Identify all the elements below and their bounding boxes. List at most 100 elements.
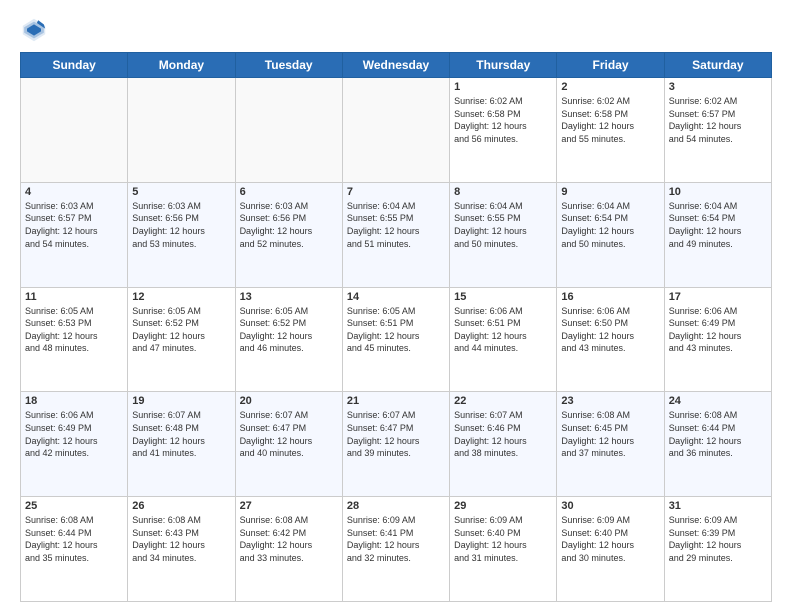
calendar-cell: 10 Sunrise: 6:04 AM Sunset: 6:54 PM Dayli…	[664, 182, 771, 287]
calendar-cell: 21 Sunrise: 6:07 AM Sunset: 6:47 PM Dayli…	[342, 392, 449, 497]
day-info: Sunrise: 6:07 AM Sunset: 6:48 PM Dayligh…	[132, 409, 230, 459]
day-number: 10	[669, 186, 767, 198]
calendar-cell: 4 Sunrise: 6:03 AM Sunset: 6:57 PM Daylig…	[21, 182, 128, 287]
calendar-cell: 28 Sunrise: 6:09 AM Sunset: 6:41 PM Dayli…	[342, 497, 449, 602]
day-info: Sunrise: 6:05 AM Sunset: 6:51 PM Dayligh…	[347, 305, 445, 355]
day-info: Sunrise: 6:05 AM Sunset: 6:52 PM Dayligh…	[132, 305, 230, 355]
day-info: Sunrise: 6:04 AM Sunset: 6:54 PM Dayligh…	[561, 200, 659, 250]
day-info: Sunrise: 6:03 AM Sunset: 6:56 PM Dayligh…	[132, 200, 230, 250]
calendar-cell	[342, 78, 449, 183]
day-of-week-header: Wednesday	[342, 53, 449, 78]
day-info: Sunrise: 6:09 AM Sunset: 6:41 PM Dayligh…	[347, 514, 445, 564]
calendar-cell: 22 Sunrise: 6:07 AM Sunset: 6:46 PM Dayli…	[450, 392, 557, 497]
calendar-cell: 25 Sunrise: 6:08 AM Sunset: 6:44 PM Dayli…	[21, 497, 128, 602]
day-of-week-header: Thursday	[450, 53, 557, 78]
day-info: Sunrise: 6:06 AM Sunset: 6:49 PM Dayligh…	[25, 409, 123, 459]
calendar-cell: 24 Sunrise: 6:08 AM Sunset: 6:44 PM Dayli…	[664, 392, 771, 497]
day-number: 12	[132, 291, 230, 303]
calendar-cell: 14 Sunrise: 6:05 AM Sunset: 6:51 PM Dayli…	[342, 287, 449, 392]
day-number: 29	[454, 500, 552, 512]
day-number: 13	[240, 291, 338, 303]
day-info: Sunrise: 6:05 AM Sunset: 6:53 PM Dayligh…	[25, 305, 123, 355]
day-info: Sunrise: 6:09 AM Sunset: 6:39 PM Dayligh…	[669, 514, 767, 564]
day-info: Sunrise: 6:08 AM Sunset: 6:44 PM Dayligh…	[25, 514, 123, 564]
day-number: 22	[454, 395, 552, 407]
calendar-cell: 11 Sunrise: 6:05 AM Sunset: 6:53 PM Dayli…	[21, 287, 128, 392]
day-number: 18	[25, 395, 123, 407]
page: SundayMondayTuesdayWednesdayThursdayFrid…	[0, 0, 792, 612]
day-number: 9	[561, 186, 659, 198]
calendar-cell: 20 Sunrise: 6:07 AM Sunset: 6:47 PM Dayli…	[235, 392, 342, 497]
day-of-week-header: Friday	[557, 53, 664, 78]
calendar-cell	[21, 78, 128, 183]
day-number: 11	[25, 291, 123, 303]
day-number: 30	[561, 500, 659, 512]
day-number: 23	[561, 395, 659, 407]
logo-icon	[20, 16, 48, 44]
calendar-cell: 19Sunrise: 6:07 AM Sunset: 6:48 PM Dayli…	[128, 392, 235, 497]
day-info: Sunrise: 6:02 AM Sunset: 6:57 PM Dayligh…	[669, 95, 767, 145]
day-number: 20	[240, 395, 338, 407]
day-info: Sunrise: 6:03 AM Sunset: 6:56 PM Dayligh…	[240, 200, 338, 250]
day-info: Sunrise: 6:09 AM Sunset: 6:40 PM Dayligh…	[561, 514, 659, 564]
day-number: 25	[25, 500, 123, 512]
day-of-week-header: Saturday	[664, 53, 771, 78]
calendar-week-row: 4 Sunrise: 6:03 AM Sunset: 6:57 PM Daylig…	[21, 182, 772, 287]
day-info: Sunrise: 6:05 AM Sunset: 6:52 PM Dayligh…	[240, 305, 338, 355]
calendar-cell: 13 Sunrise: 6:05 AM Sunset: 6:52 PM Dayli…	[235, 287, 342, 392]
calendar-week-row: 25 Sunrise: 6:08 AM Sunset: 6:44 PM Dayli…	[21, 497, 772, 602]
day-info: Sunrise: 6:03 AM Sunset: 6:57 PM Dayligh…	[25, 200, 123, 250]
day-info: Sunrise: 6:06 AM Sunset: 6:49 PM Dayligh…	[669, 305, 767, 355]
calendar-cell: 5 Sunrise: 6:03 AM Sunset: 6:56 PM Daylig…	[128, 182, 235, 287]
day-info: Sunrise: 6:09 AM Sunset: 6:40 PM Dayligh…	[454, 514, 552, 564]
day-number: 31	[669, 500, 767, 512]
calendar-cell: 23Sunrise: 6:08 AM Sunset: 6:45 PM Dayli…	[557, 392, 664, 497]
day-number: 27	[240, 500, 338, 512]
logo	[20, 16, 52, 44]
day-info: Sunrise: 6:08 AM Sunset: 6:43 PM Dayligh…	[132, 514, 230, 564]
day-number: 28	[347, 500, 445, 512]
day-info: Sunrise: 6:07 AM Sunset: 6:46 PM Dayligh…	[454, 409, 552, 459]
calendar-cell	[235, 78, 342, 183]
calendar-cell: 16Sunrise: 6:06 AM Sunset: 6:50 PM Dayli…	[557, 287, 664, 392]
day-info: Sunrise: 6:04 AM Sunset: 6:54 PM Dayligh…	[669, 200, 767, 250]
day-header-row: SundayMondayTuesdayWednesdayThursdayFrid…	[21, 53, 772, 78]
calendar: SundayMondayTuesdayWednesdayThursdayFrid…	[20, 52, 772, 602]
calendar-cell: 29 Sunrise: 6:09 AM Sunset: 6:40 PM Dayli…	[450, 497, 557, 602]
day-number: 6	[240, 186, 338, 198]
calendar-cell: 27 Sunrise: 6:08 AM Sunset: 6:42 PM Dayli…	[235, 497, 342, 602]
day-info: Sunrise: 6:06 AM Sunset: 6:50 PM Dayligh…	[561, 305, 659, 355]
calendar-cell: 6 Sunrise: 6:03 AM Sunset: 6:56 PM Daylig…	[235, 182, 342, 287]
day-of-week-header: Sunday	[21, 53, 128, 78]
day-number: 15	[454, 291, 552, 303]
calendar-cell: 31 Sunrise: 6:09 AM Sunset: 6:39 PM Dayli…	[664, 497, 771, 602]
day-number: 14	[347, 291, 445, 303]
calendar-cell: 15 Sunrise: 6:06 AM Sunset: 6:51 PM Dayli…	[450, 287, 557, 392]
day-number: 4	[25, 186, 123, 198]
day-number: 24	[669, 395, 767, 407]
calendar-cell: 8Sunrise: 6:04 AM Sunset: 6:55 PM Daylig…	[450, 182, 557, 287]
calendar-week-row: 18 Sunrise: 6:06 AM Sunset: 6:49 PM Dayli…	[21, 392, 772, 497]
calendar-cell: 26Sunrise: 6:08 AM Sunset: 6:43 PM Dayli…	[128, 497, 235, 602]
day-info: Sunrise: 6:02 AM Sunset: 6:58 PM Dayligh…	[454, 95, 552, 145]
day-info: Sunrise: 6:02 AM Sunset: 6:58 PM Dayligh…	[561, 95, 659, 145]
day-info: Sunrise: 6:07 AM Sunset: 6:47 PM Dayligh…	[347, 409, 445, 459]
calendar-cell	[128, 78, 235, 183]
calendar-cell: 9 Sunrise: 6:04 AM Sunset: 6:54 PM Daylig…	[557, 182, 664, 287]
day-number: 17	[669, 291, 767, 303]
calendar-cell: 17 Sunrise: 6:06 AM Sunset: 6:49 PM Dayli…	[664, 287, 771, 392]
day-number: 5	[132, 186, 230, 198]
header	[20, 16, 772, 44]
calendar-cell: 3Sunrise: 6:02 AM Sunset: 6:57 PM Daylig…	[664, 78, 771, 183]
calendar-cell: 30 Sunrise: 6:09 AM Sunset: 6:40 PM Dayli…	[557, 497, 664, 602]
day-of-week-header: Tuesday	[235, 53, 342, 78]
calendar-week-row: 1Sunrise: 6:02 AM Sunset: 6:58 PM Daylig…	[21, 78, 772, 183]
day-info: Sunrise: 6:08 AM Sunset: 6:44 PM Dayligh…	[669, 409, 767, 459]
day-number: 2	[561, 81, 659, 93]
day-info: Sunrise: 6:06 AM Sunset: 6:51 PM Dayligh…	[454, 305, 552, 355]
day-info: Sunrise: 6:08 AM Sunset: 6:42 PM Dayligh…	[240, 514, 338, 564]
calendar-cell: 12 Sunrise: 6:05 AM Sunset: 6:52 PM Dayli…	[128, 287, 235, 392]
day-number: 21	[347, 395, 445, 407]
day-number: 7	[347, 186, 445, 198]
day-info: Sunrise: 6:07 AM Sunset: 6:47 PM Dayligh…	[240, 409, 338, 459]
